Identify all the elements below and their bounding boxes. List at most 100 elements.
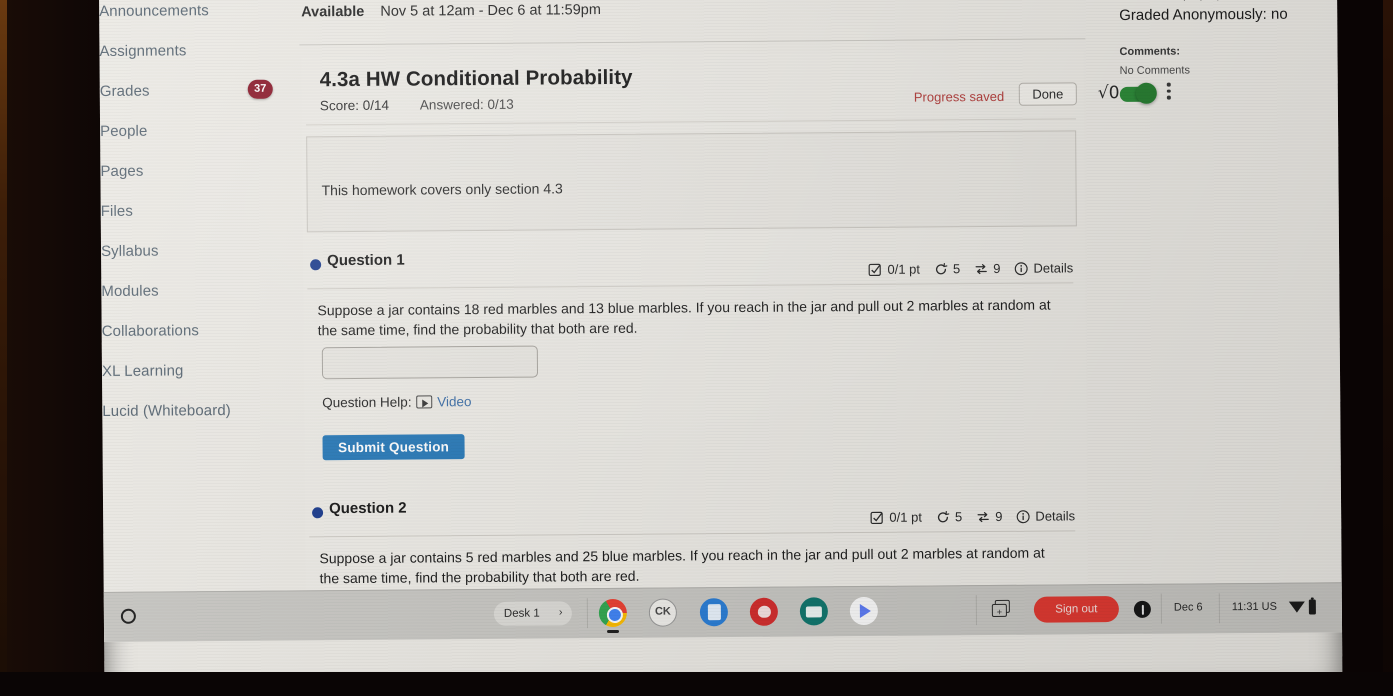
app-icon-teal-app[interactable] bbox=[799, 597, 828, 626]
sidebar-item-label: Grades bbox=[99, 82, 150, 100]
video-help-link[interactable]: Video bbox=[437, 394, 471, 409]
question-versions: 9 bbox=[995, 508, 1003, 524]
app-icon-chrome[interactable] bbox=[598, 598, 628, 628]
app-icon-blue-app[interactable] bbox=[699, 598, 728, 627]
sidebar-item-label: Pages bbox=[100, 162, 144, 180]
question-label: Question 1 bbox=[327, 251, 405, 270]
wifi-icon[interactable] bbox=[1288, 601, 1305, 613]
retry-icon bbox=[936, 510, 950, 524]
done-button[interactable]: Done bbox=[1018, 82, 1077, 106]
shelf-clock[interactable]: 11:31 US bbox=[1232, 601, 1277, 613]
divider bbox=[1218, 593, 1220, 624]
info-icon[interactable] bbox=[1014, 261, 1028, 275]
sidebar-item-files[interactable]: Files bbox=[101, 190, 299, 232]
chevron-right-icon[interactable]: › bbox=[559, 606, 563, 618]
sidebar-item-label: Modules bbox=[101, 282, 159, 300]
question-text: Suppose a jar contains 5 red marbles and… bbox=[319, 544, 1045, 587]
sign-out-button[interactable]: Sign out bbox=[1033, 596, 1119, 623]
sidebar-item-label: Assignments bbox=[99, 42, 187, 60]
launcher-icon[interactable] bbox=[120, 608, 136, 624]
sidebar-item-assignments[interactable]: Assignments bbox=[99, 30, 297, 72]
sidebar-item-xl-learning[interactable]: XL Learning bbox=[102, 350, 300, 392]
info-icon[interactable] bbox=[1016, 509, 1030, 523]
answer-input[interactable] bbox=[321, 345, 539, 380]
sidebar-item-label: Syllabus bbox=[100, 242, 159, 260]
question-points: 0/1 pt bbox=[887, 261, 921, 277]
question-details-link[interactable]: Details bbox=[1033, 260, 1073, 275]
shelf-date: Dec 6 bbox=[1173, 601, 1203, 614]
grade-summary: Grade: 0 (14 pts possible) bbox=[1119, 0, 1259, 3]
comments-value: No Comments bbox=[1119, 64, 1190, 77]
homework-answered: Answered: 0/13 bbox=[419, 96, 514, 113]
question-points: 0/1 pt bbox=[889, 509, 922, 525]
grade-sidebar: Grade: 0 (14 pts possible) Graded Anonym… bbox=[1099, 0, 1342, 634]
sidebar-item-people[interactable]: People bbox=[100, 110, 298, 152]
sidebar-item-label: Collaborations bbox=[101, 322, 200, 340]
sidebar-item-label: XL Learning bbox=[101, 362, 184, 380]
question-attempts: 5 bbox=[954, 509, 963, 525]
swap-versions-icon bbox=[976, 510, 990, 524]
sidebar-item-label: Announcements bbox=[99, 2, 209, 20]
comments-header: Comments: bbox=[1119, 45, 1181, 58]
divider bbox=[975, 595, 977, 626]
assignment-main-column: Points 14 Submitting an external tool Av… bbox=[297, 0, 1171, 640]
screen-capture-icon[interactable]: + bbox=[991, 599, 1011, 618]
homework-announcement-box: This homework covers only section 4.3 bbox=[306, 130, 1077, 233]
swap-versions-icon bbox=[974, 262, 988, 276]
progress-saved-status: Progress saved bbox=[913, 88, 1005, 105]
sidebar-item-label: Files bbox=[100, 202, 133, 220]
available-value: Nov 5 at 12am - Dec 6 at 11:59pm bbox=[380, 2, 601, 20]
checkbox-icon bbox=[868, 262, 882, 276]
retry-icon bbox=[934, 262, 948, 276]
divider bbox=[299, 38, 1086, 46]
app-icon-play-store[interactable] bbox=[849, 596, 878, 626]
divider bbox=[586, 598, 589, 629]
chrome-running-indicator bbox=[607, 629, 620, 633]
available-label: Available bbox=[301, 3, 365, 21]
notification-icon[interactable] bbox=[1133, 600, 1151, 618]
grade-possible: (14 pts possible) bbox=[1182, 0, 1259, 1]
question-status-dot-icon bbox=[310, 259, 322, 271]
checkbox-icon bbox=[870, 510, 884, 524]
desk-label: Desk 1 bbox=[503, 607, 540, 620]
question-versions: 9 bbox=[993, 260, 1001, 276]
right-bezel bbox=[1383, 0, 1393, 696]
photo-of-laptop-screen: Announcements Assignments Grades 37 Peop… bbox=[0, 0, 1393, 696]
video-play-icon[interactable] bbox=[416, 395, 433, 409]
bottom-bezel bbox=[0, 672, 1393, 696]
submit-question-button[interactable]: Submit Question bbox=[322, 434, 465, 461]
divider bbox=[309, 530, 1076, 538]
app-icon-red-app[interactable] bbox=[749, 597, 778, 626]
sidebar-item-label: People bbox=[100, 122, 148, 140]
grades-badge-count: 37 bbox=[247, 79, 273, 99]
divider bbox=[307, 282, 1074, 290]
question-attempts: 5 bbox=[952, 261, 961, 277]
homework-title: 4.3a HW Conditional Probability bbox=[319, 65, 633, 92]
grade-value: Grade: 0 bbox=[1119, 0, 1178, 3]
external-tool-frame: 4.3a HW Conditional Probability Score: 0… bbox=[301, 50, 1171, 628]
question-block: Question 1 0/1 pt 5 9 Details Suppose a … bbox=[303, 246, 1087, 522]
question-details-link[interactable]: Details bbox=[1035, 508, 1075, 523]
question-text: Suppose a jar contains 18 red marbles an… bbox=[317, 296, 1051, 339]
question-label: Question 2 bbox=[328, 499, 407, 518]
left-bezel bbox=[0, 0, 7, 696]
course-navigation-sidebar: Announcements Assignments Grades 37 Peop… bbox=[99, 0, 302, 642]
graded-anonymously: Graded Anonymously: no bbox=[1119, 5, 1288, 24]
app-icon-ck[interactable]: CK bbox=[648, 598, 678, 627]
divider bbox=[1160, 593, 1162, 624]
homework-announcement-text: This homework covers only section 4.3 bbox=[321, 180, 563, 199]
sidebar-item-syllabus[interactable]: Syllabus bbox=[101, 230, 299, 272]
homework-score: Score: 0/14 bbox=[319, 97, 390, 114]
sidebar-item-pages[interactable]: Pages bbox=[100, 150, 298, 192]
sidebar-item-modules[interactable]: Modules bbox=[101, 270, 299, 312]
app-icon-label: CK bbox=[654, 605, 671, 618]
divider bbox=[306, 118, 1077, 126]
sidebar-item-lucid-whiteboard[interactable]: Lucid (Whiteboard) bbox=[102, 390, 300, 432]
browser-page: Announcements Assignments Grades 37 Peop… bbox=[99, 0, 1343, 642]
sidebar-item-collaborations[interactable]: Collaborations bbox=[102, 310, 300, 352]
battery-icon[interactable] bbox=[1308, 599, 1316, 615]
sidebar-item-announcements[interactable]: Announcements bbox=[99, 0, 297, 32]
sidebar-item-grades[interactable]: Grades 37 bbox=[100, 70, 298, 112]
question-help-label: Question Help: bbox=[322, 394, 412, 411]
question-meta: 0/1 pt 5 9 Details bbox=[868, 260, 1073, 277]
